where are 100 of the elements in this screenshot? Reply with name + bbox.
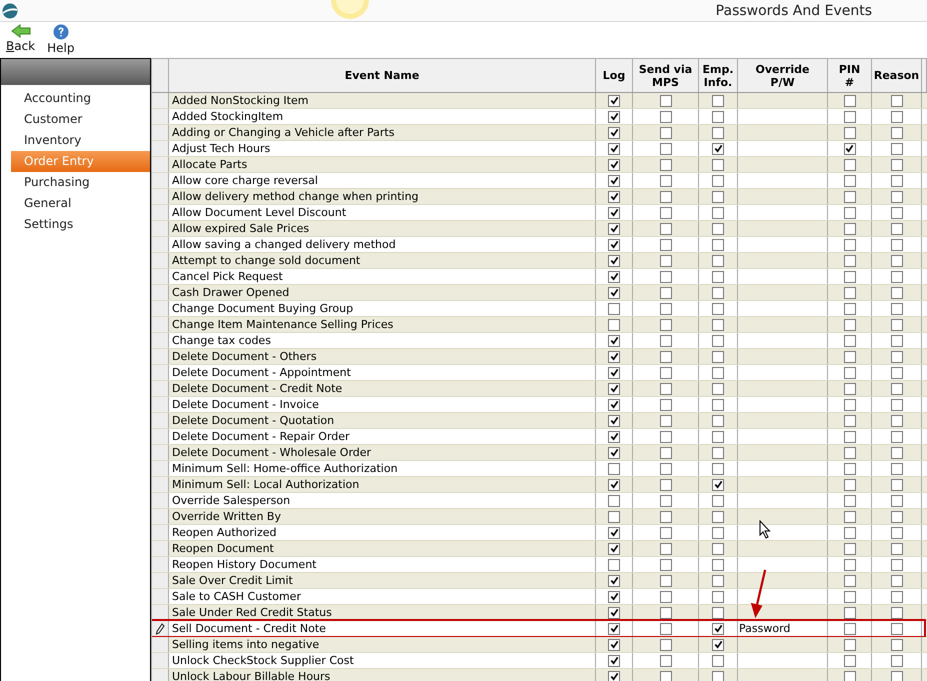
checkbox[interactable] xyxy=(608,94,620,106)
column-header[interactable]: Emp. Info. xyxy=(699,59,738,92)
checkbox[interactable] xyxy=(890,638,902,650)
checkbox[interactable] xyxy=(844,206,856,218)
checkbox[interactable] xyxy=(844,302,856,314)
checkbox[interactable] xyxy=(660,254,672,266)
checkbox[interactable] xyxy=(660,606,672,618)
checkbox[interactable] xyxy=(890,238,902,250)
row-header-cell[interactable] xyxy=(152,493,169,508)
checkbox[interactable] xyxy=(844,222,856,234)
checkbox[interactable] xyxy=(844,542,856,554)
row-header-cell[interactable] xyxy=(152,573,169,588)
row-header-cell[interactable] xyxy=(152,317,169,332)
checkbox[interactable] xyxy=(608,462,620,474)
row-header-cell[interactable] xyxy=(152,349,169,364)
checkbox[interactable] xyxy=(844,526,856,538)
checkbox[interactable] xyxy=(660,238,672,250)
checkbox[interactable] xyxy=(712,254,724,266)
checkbox[interactable] xyxy=(890,110,902,122)
checkbox[interactable] xyxy=(660,654,672,666)
checkbox[interactable] xyxy=(712,622,724,634)
checkbox[interactable] xyxy=(844,574,856,586)
checkbox[interactable] xyxy=(844,142,856,154)
checkbox[interactable] xyxy=(660,542,672,554)
checkbox[interactable] xyxy=(890,302,902,314)
checkbox[interactable] xyxy=(608,350,620,362)
checkbox[interactable] xyxy=(660,558,672,570)
checkbox[interactable] xyxy=(608,526,620,538)
checkbox[interactable] xyxy=(844,94,856,106)
checkbox[interactable] xyxy=(844,670,856,681)
checkbox[interactable] xyxy=(844,462,856,474)
checkbox[interactable] xyxy=(890,190,902,202)
checkbox[interactable] xyxy=(890,174,902,186)
checkbox[interactable] xyxy=(608,270,620,282)
row-header-cell[interactable] xyxy=(152,605,169,620)
checkbox[interactable] xyxy=(660,446,672,458)
checkbox[interactable] xyxy=(844,110,856,122)
checkbox[interactable] xyxy=(660,350,672,362)
checkbox[interactable] xyxy=(712,558,724,570)
checkbox[interactable] xyxy=(890,462,902,474)
checkbox[interactable] xyxy=(844,366,856,378)
checkbox[interactable] xyxy=(608,542,620,554)
checkbox[interactable] xyxy=(660,510,672,522)
checkbox[interactable] xyxy=(712,238,724,250)
checkbox[interactable] xyxy=(660,174,672,186)
checkbox[interactable] xyxy=(712,350,724,362)
checkbox[interactable] xyxy=(608,334,620,346)
checkbox[interactable] xyxy=(660,478,672,490)
row-header-cell[interactable] xyxy=(152,109,169,124)
checkbox[interactable] xyxy=(890,494,902,506)
checkbox[interactable] xyxy=(608,478,620,490)
checkbox[interactable] xyxy=(608,654,620,666)
checkbox[interactable] xyxy=(660,190,672,202)
checkbox[interactable] xyxy=(844,638,856,650)
checkbox[interactable] xyxy=(660,222,672,234)
checkbox[interactable] xyxy=(712,462,724,474)
checkbox[interactable] xyxy=(844,238,856,250)
checkbox[interactable] xyxy=(712,366,724,378)
column-header[interactable]: Event Name xyxy=(169,59,596,92)
checkbox[interactable] xyxy=(660,382,672,394)
checkbox[interactable] xyxy=(890,526,902,538)
checkbox[interactable] xyxy=(712,110,724,122)
checkbox[interactable] xyxy=(660,670,672,681)
row-header-cell[interactable] xyxy=(152,157,169,172)
row-header-cell[interactable] xyxy=(152,429,169,444)
checkbox[interactable] xyxy=(890,158,902,170)
checkbox[interactable] xyxy=(890,574,902,586)
checkbox[interactable] xyxy=(608,222,620,234)
checkbox[interactable] xyxy=(660,334,672,346)
checkbox[interactable] xyxy=(608,446,620,458)
row-header-cell[interactable] xyxy=(152,637,169,652)
checkbox[interactable] xyxy=(608,190,620,202)
checkbox[interactable] xyxy=(712,286,724,298)
checkbox[interactable] xyxy=(712,270,724,282)
checkbox[interactable] xyxy=(608,366,620,378)
row-header-cell[interactable] xyxy=(152,445,169,460)
checkbox[interactable] xyxy=(890,398,902,410)
checkbox[interactable] xyxy=(890,334,902,346)
checkbox[interactable] xyxy=(890,126,902,138)
checkbox[interactable] xyxy=(712,654,724,666)
checkbox[interactable] xyxy=(608,142,620,154)
row-header-cell[interactable] xyxy=(152,269,169,284)
sidebar-item[interactable]: Accounting xyxy=(11,88,150,109)
checkbox[interactable] xyxy=(660,366,672,378)
help-button[interactable]: Help xyxy=(45,22,76,57)
checkbox[interactable] xyxy=(844,654,856,666)
checkbox[interactable] xyxy=(712,142,724,154)
checkbox[interactable] xyxy=(844,158,856,170)
checkbox[interactable] xyxy=(844,126,856,138)
checkbox[interactable] xyxy=(890,254,902,266)
row-header-cell[interactable] xyxy=(152,221,169,236)
checkbox[interactable] xyxy=(712,414,724,426)
checkbox[interactable] xyxy=(712,574,724,586)
checkbox[interactable] xyxy=(660,494,672,506)
row-header-cell[interactable] xyxy=(152,381,169,396)
checkbox[interactable] xyxy=(890,382,902,394)
checkbox[interactable] xyxy=(608,126,620,138)
back-button[interactable]: Back xyxy=(4,22,38,55)
checkbox[interactable] xyxy=(712,526,724,538)
row-header-cell[interactable] xyxy=(152,285,169,300)
